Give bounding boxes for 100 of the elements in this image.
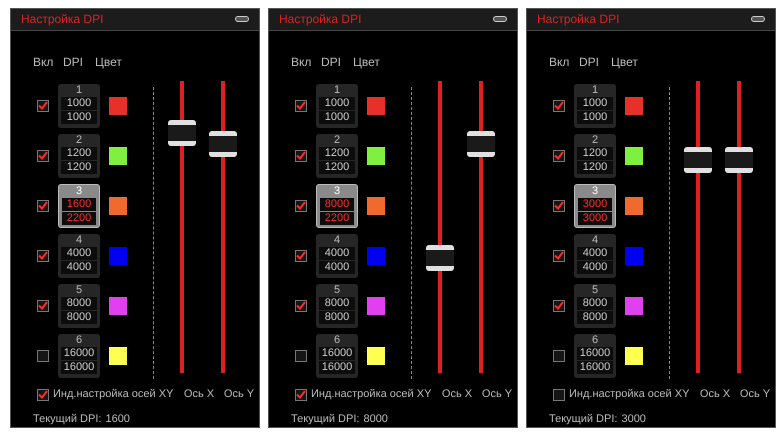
- slider-thumb[interactable]: [467, 131, 495, 158]
- dpi-y-value[interactable]: 4000: [577, 260, 613, 274]
- dpi-y-value[interactable]: 2200: [62, 212, 96, 224]
- dpi-preset[interactable]: 2 1200 1200: [574, 134, 616, 178]
- dpi-y-value[interactable]: 3000: [578, 212, 612, 224]
- dpi-preset[interactable]: 1 1000 1000: [316, 84, 358, 128]
- dpi-y-value[interactable]: 4000: [61, 260, 97, 274]
- minimize-button[interactable]: [493, 16, 507, 22]
- color-swatch[interactable]: [109, 346, 127, 364]
- checkbox[interactable]: [295, 100, 307, 112]
- dpi-y-value[interactable]: 8000: [61, 310, 97, 324]
- dpi-preset[interactable]: 1 1000 1000: [574, 84, 616, 128]
- dpi-x-value[interactable]: 4000: [577, 246, 613, 260]
- dpi-preset[interactable]: 4 4000 4000: [574, 234, 616, 278]
- checkbox[interactable]: [37, 250, 49, 262]
- color-swatch[interactable]: [625, 96, 643, 114]
- checkbox[interactable]: [295, 300, 307, 312]
- dpi-x-value[interactable]: 1000: [577, 96, 613, 110]
- dpi-x-value[interactable]: 3000: [578, 198, 612, 210]
- checkbox[interactable]: [553, 388, 565, 400]
- dpi-preset[interactable]: 4 4000 4000: [58, 234, 100, 278]
- checkbox[interactable]: [295, 250, 307, 262]
- slider-thumb[interactable]: [426, 245, 454, 272]
- dpi-y-value[interactable]: 1200: [319, 160, 355, 174]
- color-swatch[interactable]: [625, 196, 643, 214]
- dpi-preset[interactable]: 3 8000 2200: [316, 184, 358, 228]
- color-swatch[interactable]: [367, 196, 385, 214]
- slider-thumb[interactable]: [168, 120, 196, 146]
- dpi-y-value[interactable]: 1000: [577, 110, 613, 124]
- checkbox[interactable]: [295, 150, 307, 162]
- color-swatch[interactable]: [367, 346, 385, 364]
- dpi-preset[interactable]: 2 1200 1200: [58, 134, 100, 178]
- checkbox[interactable]: [553, 150, 565, 162]
- dpi-y-value[interactable]: 1200: [61, 160, 97, 174]
- dpi-preset[interactable]: 6 16000 16000: [316, 334, 358, 378]
- checkbox[interactable]: [295, 350, 307, 362]
- dpi-x-value[interactable]: 8000: [577, 296, 613, 310]
- dpi-y-value[interactable]: 8000: [577, 310, 613, 324]
- dpi-x-value[interactable]: 8000: [61, 296, 97, 310]
- checkbox[interactable]: [37, 350, 49, 362]
- dpi-x-value[interactable]: 16000: [61, 346, 97, 360]
- dpi-x-value[interactable]: 1200: [319, 146, 355, 160]
- dpi-y-value[interactable]: 16000: [319, 360, 355, 374]
- dpi-x-value[interactable]: 1600: [62, 198, 96, 210]
- slider-thumb[interactable]: [725, 147, 753, 173]
- checkbox[interactable]: [37, 300, 49, 312]
- color-swatch[interactable]: [109, 96, 127, 114]
- color-swatch[interactable]: [367, 296, 385, 314]
- checkbox[interactable]: [37, 200, 49, 212]
- color-swatch[interactable]: [625, 246, 643, 264]
- dpi-preset[interactable]: 3 1600 2200: [58, 184, 100, 228]
- dpi-preset[interactable]: 5 8000 8000: [574, 284, 616, 328]
- dpi-x-value[interactable]: 4000: [61, 246, 97, 260]
- color-swatch[interactable]: [625, 146, 643, 164]
- dpi-x-value[interactable]: 1200: [577, 146, 613, 160]
- dpi-y-value[interactable]: 1000: [319, 110, 355, 124]
- dpi-x-value[interactable]: 8000: [319, 296, 355, 310]
- dpi-x-value[interactable]: 8000: [320, 198, 354, 210]
- checkbox[interactable]: [295, 200, 307, 212]
- dpi-x-value[interactable]: 16000: [319, 346, 355, 360]
- dpi-y-value[interactable]: 16000: [61, 360, 97, 374]
- dpi-y-value[interactable]: 2200: [320, 212, 354, 224]
- dpi-preset[interactable]: 1 1000 1000: [58, 84, 100, 128]
- dpi-preset[interactable]: 6 16000 16000: [58, 334, 100, 378]
- dpi-preset[interactable]: 4 4000 4000: [316, 234, 358, 278]
- dpi-preset[interactable]: 5 8000 8000: [58, 284, 100, 328]
- checkbox[interactable]: [37, 100, 49, 112]
- minimize-button[interactable]: [751, 16, 765, 22]
- checkbox[interactable]: [37, 150, 49, 162]
- color-swatch[interactable]: [367, 146, 385, 164]
- dpi-x-value[interactable]: 16000: [577, 346, 613, 360]
- dpi-y-value[interactable]: 8000: [319, 310, 355, 324]
- dpi-x-value[interactable]: 1200: [61, 146, 97, 160]
- color-swatch[interactable]: [367, 96, 385, 114]
- dpi-y-value[interactable]: 4000: [319, 260, 355, 274]
- color-swatch[interactable]: [109, 296, 127, 314]
- dpi-y-value[interactable]: 16000: [577, 360, 613, 374]
- checkbox[interactable]: [553, 350, 565, 362]
- slider-thumb[interactable]: [684, 147, 712, 173]
- dpi-x-value[interactable]: 1000: [319, 96, 355, 110]
- checkbox[interactable]: [553, 100, 565, 112]
- color-swatch[interactable]: [367, 246, 385, 264]
- checkbox[interactable]: [295, 388, 307, 400]
- color-swatch[interactable]: [109, 196, 127, 214]
- color-swatch[interactable]: [625, 346, 643, 364]
- minimize-button[interactable]: [235, 16, 249, 22]
- dpi-x-value[interactable]: 1000: [61, 96, 97, 110]
- dpi-preset[interactable]: 5 8000 8000: [316, 284, 358, 328]
- color-swatch[interactable]: [109, 246, 127, 264]
- color-swatch[interactable]: [109, 146, 127, 164]
- checkbox[interactable]: [37, 388, 49, 400]
- checkbox[interactable]: [553, 300, 565, 312]
- checkbox[interactable]: [553, 250, 565, 262]
- slider-thumb[interactable]: [209, 131, 237, 158]
- dpi-x-value[interactable]: 4000: [319, 246, 355, 260]
- color-swatch[interactable]: [625, 296, 643, 314]
- dpi-y-value[interactable]: 1200: [577, 160, 613, 174]
- checkbox[interactable]: [553, 200, 565, 212]
- dpi-preset[interactable]: 3 3000 3000: [574, 184, 616, 228]
- dpi-y-value[interactable]: 1000: [61, 110, 97, 124]
